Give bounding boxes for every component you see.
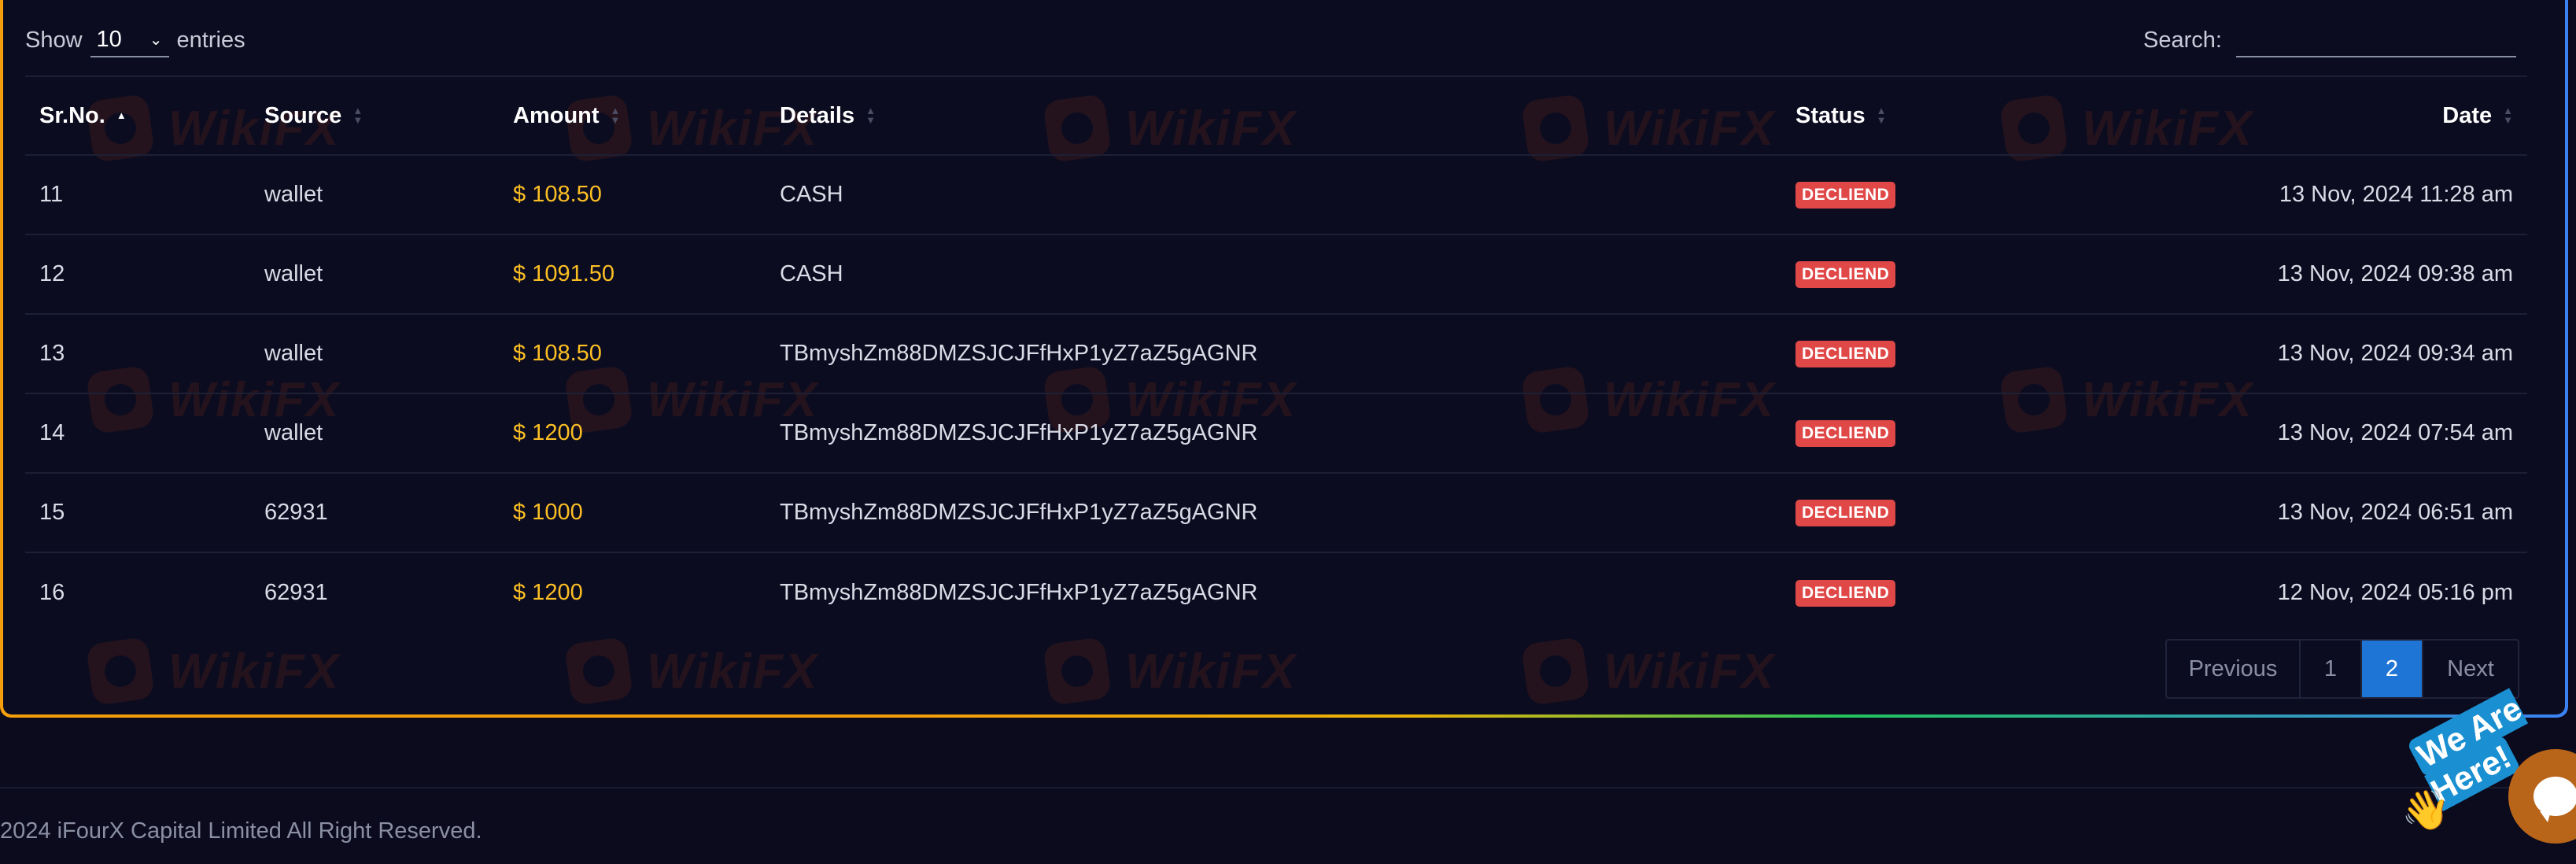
cell-date: 13 Nov, 2024 09:34 am	[2277, 341, 2513, 366]
page-button-1[interactable]: 1	[2301, 641, 2362, 697]
cell-amount: $ 108.50	[513, 341, 602, 366]
status-badge: DECLIEND	[1795, 340, 1896, 367]
column-header-label: Date	[2442, 102, 2493, 128]
sort-icon: ▲ ▼	[2503, 105, 2513, 126]
table-row: 12 wallet $ 1091.50 CASH DECLIEND 13 Nov…	[25, 235, 2527, 315]
entries-select-value: 10	[96, 26, 122, 52]
cell-source: 62931	[264, 500, 328, 525]
table-row: 14 wallet $ 1200 TBmyshZm88DMZSJCJFfHxP1…	[25, 394, 2527, 474]
transactions-table: Sr.No. ▲ Source ▲ ▼ Amount ▲ ▼ Details ▲ ▼	[25, 76, 2527, 633]
sort-asc-icon: ▲	[116, 109, 127, 121]
cell-status: DECLIEND	[1781, 181, 2151, 209]
page: WikiFX WikiFX WikiFX WikiFX WikiFX WikiF…	[0, 0, 2576, 864]
footer-divider	[0, 787, 2576, 788]
cell-date: 12 Nov, 2024 05:16 pm	[2277, 580, 2513, 605]
previous-page-button[interactable]: Previous	[2167, 641, 2301, 697]
transactions-card: WikiFX WikiFX WikiFX WikiFX WikiFX WikiF…	[0, 0, 2568, 718]
transactions-card-body: WikiFX WikiFX WikiFX WikiFX WikiFX WikiF…	[3, 0, 2565, 714]
table-row: 15 62931 $ 1000 TBmyshZm88DMZSJCJFfHxP1y…	[25, 474, 2527, 553]
page-button-2[interactable]: 2	[2362, 641, 2423, 697]
cell-amount: $ 1000	[513, 500, 583, 525]
table-header-row: Sr.No. ▲ Source ▲ ▼ Amount ▲ ▼ Details ▲ ▼	[25, 76, 2527, 156]
cell-sr-no: 13	[39, 341, 65, 366]
cell-source: wallet	[264, 261, 323, 286]
status-badge: DECLIEND	[1795, 260, 1896, 288]
column-header-amount[interactable]: Amount ▲ ▼	[499, 103, 766, 129]
column-header-date[interactable]: Date ▲ ▼	[2151, 103, 2527, 129]
column-header-status[interactable]: Status ▲ ▼	[1781, 103, 2151, 129]
cell-status: DECLIEND	[1781, 499, 2151, 526]
cell-status: DECLIEND	[1781, 260, 2151, 288]
footer-copyright: 2024 iFourX Capital Limited All Right Re…	[0, 818, 482, 844]
search-input[interactable]	[2236, 23, 2516, 57]
table-controls: Show 10 ⌄ entries Search:	[25, 23, 2516, 64]
next-page-button[interactable]: Next	[2423, 641, 2518, 697]
cell-date: 13 Nov, 2024 07:54 am	[2277, 420, 2513, 445]
cell-source: 62931	[264, 580, 328, 605]
cell-sr-no: 15	[39, 500, 65, 525]
chat-bubble-icon	[2534, 777, 2576, 822]
cell-date: 13 Nov, 2024 11:28 am	[2279, 182, 2513, 207]
cell-status: DECLIEND	[1781, 579, 2151, 607]
sort-icon: ▲ ▼	[1876, 105, 1887, 126]
chevron-down-icon: ⌄	[149, 31, 163, 49]
cell-source: wallet	[264, 420, 323, 445]
cell-sr-no: 14	[39, 420, 65, 445]
cell-details: TBmyshZm88DMZSJCJFfHxP1yZ7aZ5gAGNR	[780, 420, 1258, 445]
cell-amount: $ 1200	[513, 580, 583, 605]
sort-icon: ▲ ▼	[352, 105, 364, 126]
cell-amount: $ 1200	[513, 420, 583, 445]
search-box: Search:	[2143, 23, 2516, 57]
column-header-label: Details	[780, 102, 855, 128]
status-badge: DECLIEND	[1795, 579, 1896, 607]
table-row: 13 wallet $ 108.50 TBmyshZm88DMZSJCJFfHx…	[25, 315, 2527, 394]
column-header-details[interactable]: Details ▲ ▼	[766, 103, 1781, 129]
cell-sr-no: 16	[39, 580, 65, 605]
status-badge: DECLIEND	[1795, 499, 1896, 526]
column-header-source[interactable]: Source ▲ ▼	[250, 103, 499, 129]
cell-date: 13 Nov, 2024 09:38 am	[2277, 261, 2513, 286]
cell-source: wallet	[264, 182, 323, 207]
table-row: 16 62931 $ 1200 TBmyshZm88DMZSJCJFfHxP1y…	[25, 553, 2527, 633]
cell-details: CASH	[780, 182, 843, 207]
entries-select[interactable]: 10 ⌄	[90, 23, 169, 57]
status-badge: DECLIEND	[1795, 181, 1896, 209]
column-header-label: Sr.No.	[39, 102, 105, 128]
cell-source: wallet	[264, 341, 323, 366]
status-badge: DECLIEND	[1795, 419, 1896, 447]
show-label: Show	[25, 27, 83, 53]
watermark: WikiFX	[1520, 636, 1775, 707]
waving-hand-icon: 👋	[2401, 788, 2451, 832]
sort-icon: ▲ ▼	[865, 105, 876, 126]
pagination: Previous 1 2 Next	[2165, 639, 2519, 699]
watermark: WikiFX	[1042, 636, 1297, 707]
cell-details: CASH	[780, 261, 843, 286]
cell-status: DECLIEND	[1781, 419, 2151, 447]
search-label: Search:	[2143, 27, 2222, 53]
column-header-label: Source	[264, 102, 342, 128]
cell-sr-no: 11	[39, 182, 64, 207]
cell-sr-no: 12	[39, 261, 65, 286]
entries-label: entries	[176, 27, 245, 53]
cell-details: TBmyshZm88DMZSJCJFfHxP1yZ7aZ5gAGNR	[780, 580, 1258, 605]
watermark: WikiFX	[85, 636, 340, 707]
cell-amount: $ 108.50	[513, 182, 602, 207]
cell-status: DECLIEND	[1781, 340, 2151, 367]
cell-amount: $ 1091.50	[513, 261, 615, 286]
column-header-label: Status	[1795, 102, 1866, 128]
column-header-sr-no[interactable]: Sr.No. ▲	[25, 103, 250, 129]
column-header-label: Amount	[513, 102, 600, 128]
cell-details: TBmyshZm88DMZSJCJFfHxP1yZ7aZ5gAGNR	[780, 500, 1258, 525]
watermark: WikiFX	[563, 636, 818, 707]
table-row: 11 wallet $ 108.50 CASH DECLIEND 13 Nov,…	[25, 156, 2527, 235]
length-menu: Show 10 ⌄ entries	[25, 23, 245, 57]
cell-details: TBmyshZm88DMZSJCJFfHxP1yZ7aZ5gAGNR	[780, 341, 1258, 366]
cell-date: 13 Nov, 2024 06:51 am	[2277, 500, 2513, 525]
sort-icon: ▲ ▼	[610, 105, 621, 126]
